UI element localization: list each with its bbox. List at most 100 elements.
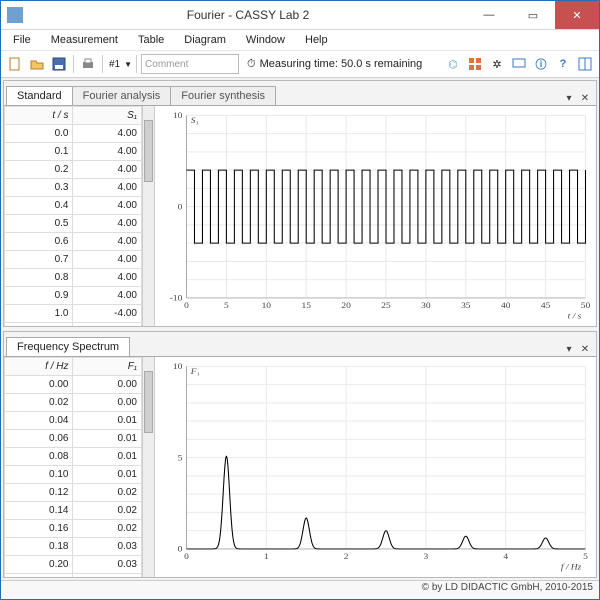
comment-input[interactable]: Comment [141,54,239,74]
menubar: File Measurement Table Diagram Window He… [1,30,599,51]
table-row[interactable]: 0.14.00 [5,143,142,161]
chart-spectrum: 0123450510F₁f / Hz [155,357,596,577]
info-icon[interactable]: ⓘ [531,54,551,74]
maximize-button[interactable]: ▭ [511,1,555,29]
scrollbar[interactable] [142,106,154,326]
pane2-menu-icon[interactable]: ▾ [562,342,576,356]
scrollbar[interactable] [142,357,154,577]
svg-text:15: 15 [301,301,311,310]
col-t: t / s [5,107,73,125]
svg-text:10: 10 [173,111,183,120]
menu-diagram[interactable]: Diagram [176,32,234,48]
svg-text:0: 0 [184,552,189,561]
pane-signal: Standard Fourier analysis Fourier synthe… [3,80,597,327]
table-row[interactable]: 0.120.02 [5,484,142,502]
svg-text:3: 3 [424,552,429,561]
menu-window[interactable]: Window [238,32,293,48]
count-label[interactable]: #1 [107,59,122,70]
open-icon[interactable] [27,54,47,74]
table-row[interactable]: 0.04.00 [5,125,142,143]
svg-text:S₁: S₁ [191,115,199,124]
footer: © by LD DIDACTIC GmbH, 2010-2015 [1,580,599,599]
monitor-icon[interactable] [509,54,529,74]
app-icon [7,7,23,23]
content-area: Standard Fourier analysis Fourier synthe… [1,78,599,580]
pane-spectrum: Frequency Spectrum ▾✕ f / HzF₁ 0.000.000… [3,331,597,578]
svg-text:40: 40 [501,301,511,310]
svg-text:-10: -10 [170,293,183,302]
tab-fourier-synthesis[interactable]: Fourier synthesis [170,86,276,105]
chart-signal: 05101520253035404550-10010S₁t / s [155,106,596,326]
table-row[interactable]: 0.080.01 [5,448,142,466]
svg-text:F₁: F₁ [190,366,200,375]
panel-icon[interactable] [575,54,595,74]
close-button[interactable]: ✕ [555,1,599,29]
table-row[interactable]: 0.060.01 [5,430,142,448]
pane1-close-icon[interactable]: ✕ [578,91,592,105]
tab-frequency-spectrum[interactable]: Frequency Spectrum [6,337,130,356]
dropdown-icon[interactable]: ▼ [124,60,132,69]
table-row[interactable]: 0.040.01 [5,412,142,430]
svg-text:0: 0 [184,301,189,310]
stopwatch-icon: ⏱ [247,58,256,71]
settings-icon[interactable] [465,54,485,74]
table-spectrum: f / HzF₁ 0.000.000.020.000.040.010.060.0… [4,357,155,577]
svg-text:20: 20 [341,301,351,310]
table-row[interactable]: 0.000.00 [5,376,142,394]
bluetooth-icon[interactable]: ⌬ [443,54,463,74]
svg-text:0: 0 [178,202,183,211]
col-F1: F₁ [73,358,141,376]
col-s1: S₁ [73,107,141,125]
titlebar: Fourier - CASSY Lab 2 — ▭ ✕ [1,1,599,30]
svg-text:t / s: t / s [568,311,582,320]
table-row[interactable]: 0.200.03 [5,556,142,574]
menu-table[interactable]: Table [130,32,172,48]
pane1-menu-icon[interactable]: ▾ [562,91,576,105]
pane2-tabs: Frequency Spectrum ▾✕ [4,332,596,356]
tab-standard[interactable]: Standard [6,86,73,105]
svg-text:2: 2 [344,552,349,561]
svg-text:1: 1 [264,552,269,561]
table-row[interactable]: 0.84.00 [5,269,142,287]
table-row[interactable]: 0.64.00 [5,233,142,251]
new-icon[interactable] [5,54,25,74]
table-row[interactable]: 0.54.00 [5,215,142,233]
save-icon[interactable] [49,54,69,74]
col-f: f / Hz [5,358,73,376]
minimize-button[interactable]: — [467,1,511,29]
menu-measurement[interactable]: Measurement [43,32,126,48]
menu-file[interactable]: File [5,32,39,48]
table-row[interactable]: 0.140.02 [5,502,142,520]
table-row[interactable]: 0.74.00 [5,251,142,269]
table-row[interactable]: 1.0-4.00 [5,305,142,323]
svg-text:30: 30 [421,301,431,310]
window-title: Fourier - CASSY Lab 2 [29,8,467,22]
table-signal: t / sS₁ 0.04.000.14.000.24.000.34.000.44… [4,106,155,326]
table-row[interactable]: 0.44.00 [5,197,142,215]
gear-icon[interactable]: ✲ [487,54,507,74]
svg-text:f / Hz: f / Hz [561,562,582,571]
svg-text:25: 25 [381,301,391,310]
menu-help[interactable]: Help [297,32,336,48]
print-icon[interactable] [78,54,98,74]
table-row[interactable]: 0.34.00 [5,179,142,197]
table-row[interactable]: 0.020.00 [5,394,142,412]
svg-text:35: 35 [461,301,471,310]
table-row[interactable]: 0.210.03 [5,574,142,578]
table-row[interactable]: 0.94.00 [5,287,142,305]
table-row[interactable]: 0.24.00 [5,161,142,179]
svg-text:0: 0 [178,544,183,553]
table-row[interactable]: 0.180.03 [5,538,142,556]
tab-fourier-analysis[interactable]: Fourier analysis [72,86,172,105]
measuring-time-label: Measuring time: 50.0 s remaining [260,58,423,70]
help-icon[interactable]: ? [553,54,573,74]
toolbar: #1 ▼ Comment ⏱ Measuring time: 50.0 s re… [1,51,599,78]
svg-text:5: 5 [583,552,588,561]
svg-text:4: 4 [503,552,508,561]
table-row[interactable]: 0.160.02 [5,520,142,538]
table-row[interactable]: 0.100.01 [5,466,142,484]
svg-text:5: 5 [224,301,229,310]
pane1-tabs: Standard Fourier analysis Fourier synthe… [4,81,596,105]
pane2-close-icon[interactable]: ✕ [578,342,592,356]
table-row[interactable]: 1.1-4.00 [5,323,142,327]
